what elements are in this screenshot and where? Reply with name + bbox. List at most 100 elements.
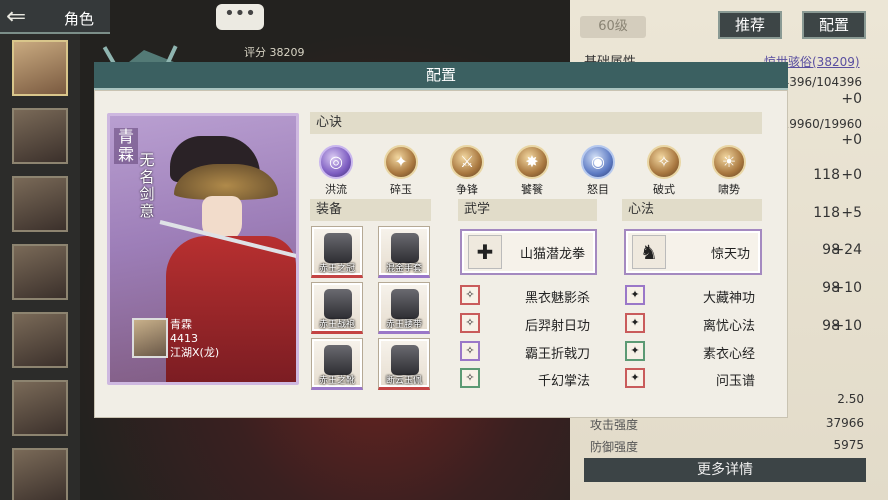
player-server: 江湖X(龙)	[170, 346, 220, 359]
xinfa-main-name: 惊天功	[710, 247, 750, 262]
equip-label: 赤王之冠	[318, 264, 355, 274]
avatar-2[interactable]	[12, 108, 68, 164]
helmet-icon	[324, 233, 352, 263]
inner-art-icon: ✦	[625, 285, 645, 305]
skill-zhengfeng[interactable]: ⚔ 争锋	[440, 145, 494, 197]
wuxue-main-name: 山猫潜龙拳	[519, 247, 585, 262]
wuxue-item[interactable]: ✧ 千幻掌法	[460, 368, 590, 389]
wuxue-item[interactable]: ✧ 黑衣魅影杀	[460, 285, 590, 306]
skill-numu[interactable]: ◉ 怒目	[571, 145, 625, 197]
section-xinfa: 心法	[622, 199, 762, 221]
equip-label: 混金手套	[385, 264, 422, 274]
attr-bonus: +0	[841, 132, 862, 148]
attr-value: 4396/104396	[781, 75, 862, 89]
section-equip: 装备	[310, 199, 431, 221]
stat-label: 防御强度	[590, 440, 639, 454]
character-sidebar	[0, 34, 80, 500]
wuxue-item-name: 黑衣魅影杀	[524, 291, 590, 306]
player-info: 青霖 4413 江湖X(龙)	[170, 318, 219, 360]
skill-suiyu[interactable]: ✦ 碎玉	[374, 145, 428, 197]
chat-button[interactable]: •••	[216, 4, 264, 30]
equip-slot-head[interactable]: 赤王之冠	[311, 226, 363, 278]
wuxue-item[interactable]: ✧ 后羿射日功	[460, 313, 590, 334]
xinfa-item-name: 离忧心法	[702, 319, 755, 334]
hero-body	[166, 236, 296, 382]
character-card: 青霖 无名剑意 青霖 4413 江湖X(龙)	[107, 113, 299, 385]
skill-label: 饕餮	[521, 183, 543, 196]
attr-bonus: +0	[841, 167, 862, 183]
skill-taotie[interactable]: ✸ 饕餮	[505, 145, 559, 197]
skill-label: 洪流	[325, 183, 347, 196]
skill-icon: ✧	[647, 145, 681, 179]
xinfa-item[interactable]: ✦ 素衣心经	[625, 341, 755, 362]
skill-icon: ⚔	[450, 145, 484, 179]
skill-label: 碎玉	[390, 183, 412, 196]
page-title: 角色	[64, 10, 95, 28]
skill-poshi[interactable]: ✧ 破式	[637, 145, 691, 197]
avatar-1[interactable]	[12, 40, 68, 96]
attr-bonus: +24	[832, 242, 862, 258]
wuxue-item-name: 霸王折戟刀	[524, 347, 590, 362]
level-badge: 60级	[580, 16, 646, 38]
equip-slot-boots[interactable]: 赤王之靴	[311, 338, 363, 390]
inner-art-icon: ✦	[625, 341, 645, 361]
equip-slot-armor[interactable]: 赤王战袍	[311, 282, 363, 334]
avatar-3[interactable]	[12, 176, 68, 232]
xinfa-item-name: 大藏神功	[702, 291, 755, 306]
skill-label: 怒目	[587, 183, 609, 196]
skill-xiaoshi[interactable]: ☀ 啸势	[702, 145, 756, 197]
stat-value: 2.50	[837, 392, 864, 406]
character-name: 青霖	[114, 128, 138, 164]
xinfa-item-name: 素衣心经	[702, 347, 755, 362]
martial-art-icon: ✚	[468, 235, 502, 269]
equip-label: 赤王腰带	[385, 320, 422, 330]
boots-icon	[324, 345, 352, 375]
attr-value: 19960/19960	[781, 117, 862, 131]
wuxue-item[interactable]: ✧ 霸王折戟刀	[460, 341, 590, 362]
character-title: 无名剑意	[139, 151, 155, 220]
pendant-icon	[391, 345, 419, 375]
attr-value: 118	[813, 205, 840, 221]
xinfa-main-slot[interactable]: ♞ 惊天功	[624, 229, 762, 275]
skill-icon: ◉	[581, 145, 615, 179]
skill-hongliu[interactable]: ◎ 洪流	[309, 145, 363, 197]
martial-art-icon: ✧	[460, 341, 480, 361]
avatar-4[interactable]	[12, 244, 68, 300]
player-name: 青霖	[170, 318, 192, 331]
avatar-7[interactable]	[12, 448, 68, 500]
more-details-button[interactable]: 更多详情	[584, 458, 866, 482]
skill-icon: ☀	[712, 145, 746, 179]
martial-art-icon: ✧	[460, 313, 480, 333]
attr-bonus: +10	[832, 318, 862, 334]
inner-art-icon: ✦	[625, 368, 645, 388]
xinfa-item[interactable]: ✦ 离忧心法	[625, 313, 755, 334]
equip-label: 断云玉佩	[385, 376, 422, 386]
inner-art-icon: ✦	[625, 313, 645, 333]
inner-art-icon: ♞	[632, 235, 666, 269]
attr-value: 118	[813, 167, 840, 183]
gloves-icon	[391, 233, 419, 263]
wuxue-main-slot[interactable]: ✚ 山猫潜龙拳	[460, 229, 597, 275]
recommend-button[interactable]: 推荐	[718, 11, 782, 39]
avatar-5[interactable]	[12, 312, 68, 368]
config-button[interactable]: 配置	[802, 11, 866, 39]
avatar-6[interactable]	[12, 380, 68, 436]
wuxue-item-name: 千幻掌法	[537, 374, 590, 389]
section-xinjue: 心诀	[310, 112, 762, 134]
equip-slot-belt[interactable]: 赤王腰带	[378, 282, 430, 334]
score-label: 评分 38209	[244, 46, 305, 59]
stat-value: 5975	[833, 438, 864, 452]
attr-bonus: +0	[841, 91, 862, 107]
back-arrow-icon[interactable]: ⇐	[6, 3, 54, 31]
attr-bonus: +10	[832, 280, 862, 296]
player-avatar	[132, 318, 168, 358]
modal-header: 配置	[94, 62, 788, 90]
xinfa-item[interactable]: ✦ 问玉谱	[625, 368, 755, 389]
martial-art-icon: ✧	[460, 285, 480, 305]
equip-label: 赤王战袍	[318, 320, 355, 330]
wuxue-item-name: 后羿射日功	[524, 319, 590, 334]
equip-slot-gloves[interactable]: 混金手套	[378, 226, 430, 278]
attr-bonus: +5	[841, 205, 862, 221]
xinfa-item[interactable]: ✦ 大藏神功	[625, 285, 755, 306]
equip-slot-accessory[interactable]: 断云玉佩	[378, 338, 430, 390]
